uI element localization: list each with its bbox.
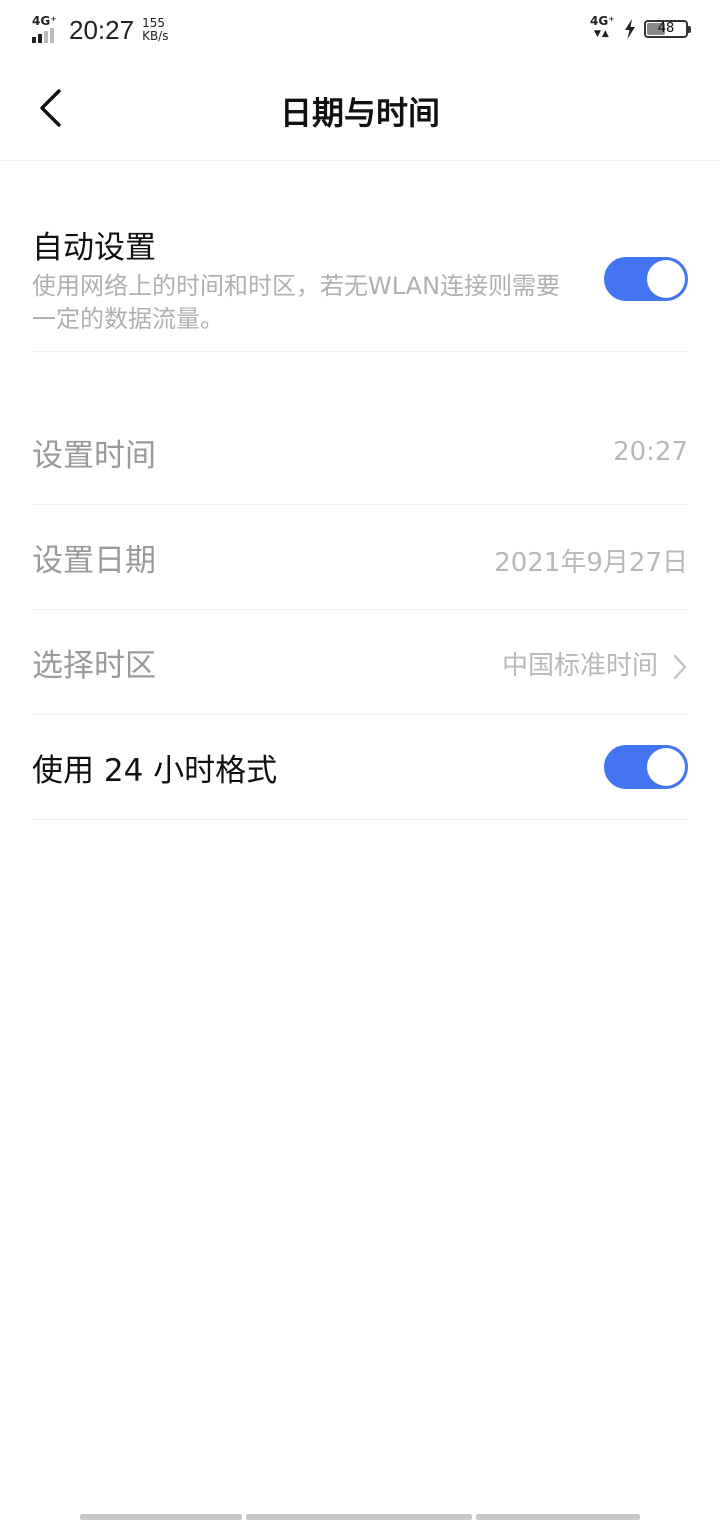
set-date-label: 设置日期 (32, 543, 156, 579)
auto-setting-toggle[interactable] (604, 257, 688, 301)
divider (32, 819, 688, 820)
auto-setting-title: 自动设置 (32, 230, 156, 266)
set-time-value: 20:27 (613, 437, 688, 467)
battery-percent: 48 (657, 21, 675, 36)
header-bar: 日期与时间 (0, 60, 720, 161)
status-time: 20:27 (69, 14, 135, 45)
status-bar: 4G⁺ 20:27 155 KB/s 4G⁺ ▼▲ 48 (0, 0, 720, 60)
charging-icon (625, 19, 635, 39)
set-date-value: 2021年9月27日 (494, 548, 688, 578)
format-24h-toggle[interactable] (604, 745, 688, 789)
set-date-row[interactable]: 设置日期 2021年9月27日 (32, 505, 688, 610)
format-24h-label: 使用 24 小时格式 (32, 753, 278, 789)
cellular-signal-icon: 4G⁺ (32, 15, 62, 45)
network-type-label: 4G⁺ (32, 14, 57, 28)
page-title: 日期与时间 (279, 94, 440, 132)
network-speed-unit: KB/s (142, 29, 169, 43)
timezone-value-group: 中国标准时间 (502, 645, 688, 682)
timezone-row[interactable]: 选择时区 中国标准时间 (32, 610, 688, 715)
timezone-value: 中国标准时间 (501, 651, 658, 681)
network-speed: 155 KB/s (142, 17, 168, 43)
timezone-label: 选择时区 (32, 648, 156, 684)
set-time-label: 设置时间 (32, 438, 156, 474)
divider (32, 351, 688, 352)
data-activity-icon: 4G⁺ ▼▲ (590, 14, 615, 39)
format-24h-row[interactable]: 使用 24 小时格式 (32, 715, 688, 820)
network-type-label-right: 4G⁺ (590, 14, 615, 28)
toggle-knob (647, 260, 685, 298)
set-time-row[interactable]: 设置时间 20:27 (32, 400, 688, 505)
auto-setting-row[interactable]: 自动设置 使用网络上的时间和时区，若无WLAN连接则需要一定的数据流量。 (32, 210, 688, 352)
chevron-right-icon (673, 654, 687, 679)
status-right: 4G⁺ ▼▲ 48 (590, 14, 691, 44)
battery-icon: 48 (644, 20, 691, 38)
toggle-knob (647, 748, 685, 786)
auto-setting-description: 使用网络上的时间和时区，若无WLAN连接则需要一定的数据流量。 (32, 272, 561, 333)
status-left: 4G⁺ 20:27 155 KB/s (32, 12, 168, 48)
gesture-navigation-bar[interactable] (80, 1514, 640, 1520)
